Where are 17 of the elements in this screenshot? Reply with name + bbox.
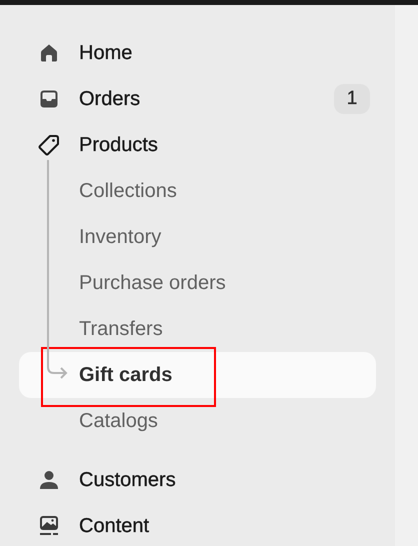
picture-icon: [39, 515, 59, 537]
person-icon: [39, 470, 59, 490]
nav-item[interactable]: Home: [19, 30, 376, 76]
nav-subitem[interactable]: Transfers: [19, 306, 376, 352]
inbox-icon: [39, 89, 59, 109]
nav-item[interactable]: Customers: [19, 457, 376, 503]
nav-subitem[interactable]: Gift cards: [19, 352, 376, 398]
nav-subitem[interactable]: Collections: [19, 168, 376, 214]
nav-item[interactable]: Content: [19, 503, 376, 546]
tag-icon: [38, 134, 60, 156]
home-icon: [39, 43, 59, 63]
nav-item[interactable]: Products: [19, 122, 376, 168]
nav-item[interactable]: Orders 1: [19, 76, 376, 122]
nav-subitem[interactable]: Catalogs: [19, 398, 376, 444]
nav-subitem[interactable]: Purchase orders: [19, 260, 376, 306]
count-badge: 1: [334, 84, 370, 114]
nav-subitem[interactable]: Inventory: [19, 214, 376, 260]
